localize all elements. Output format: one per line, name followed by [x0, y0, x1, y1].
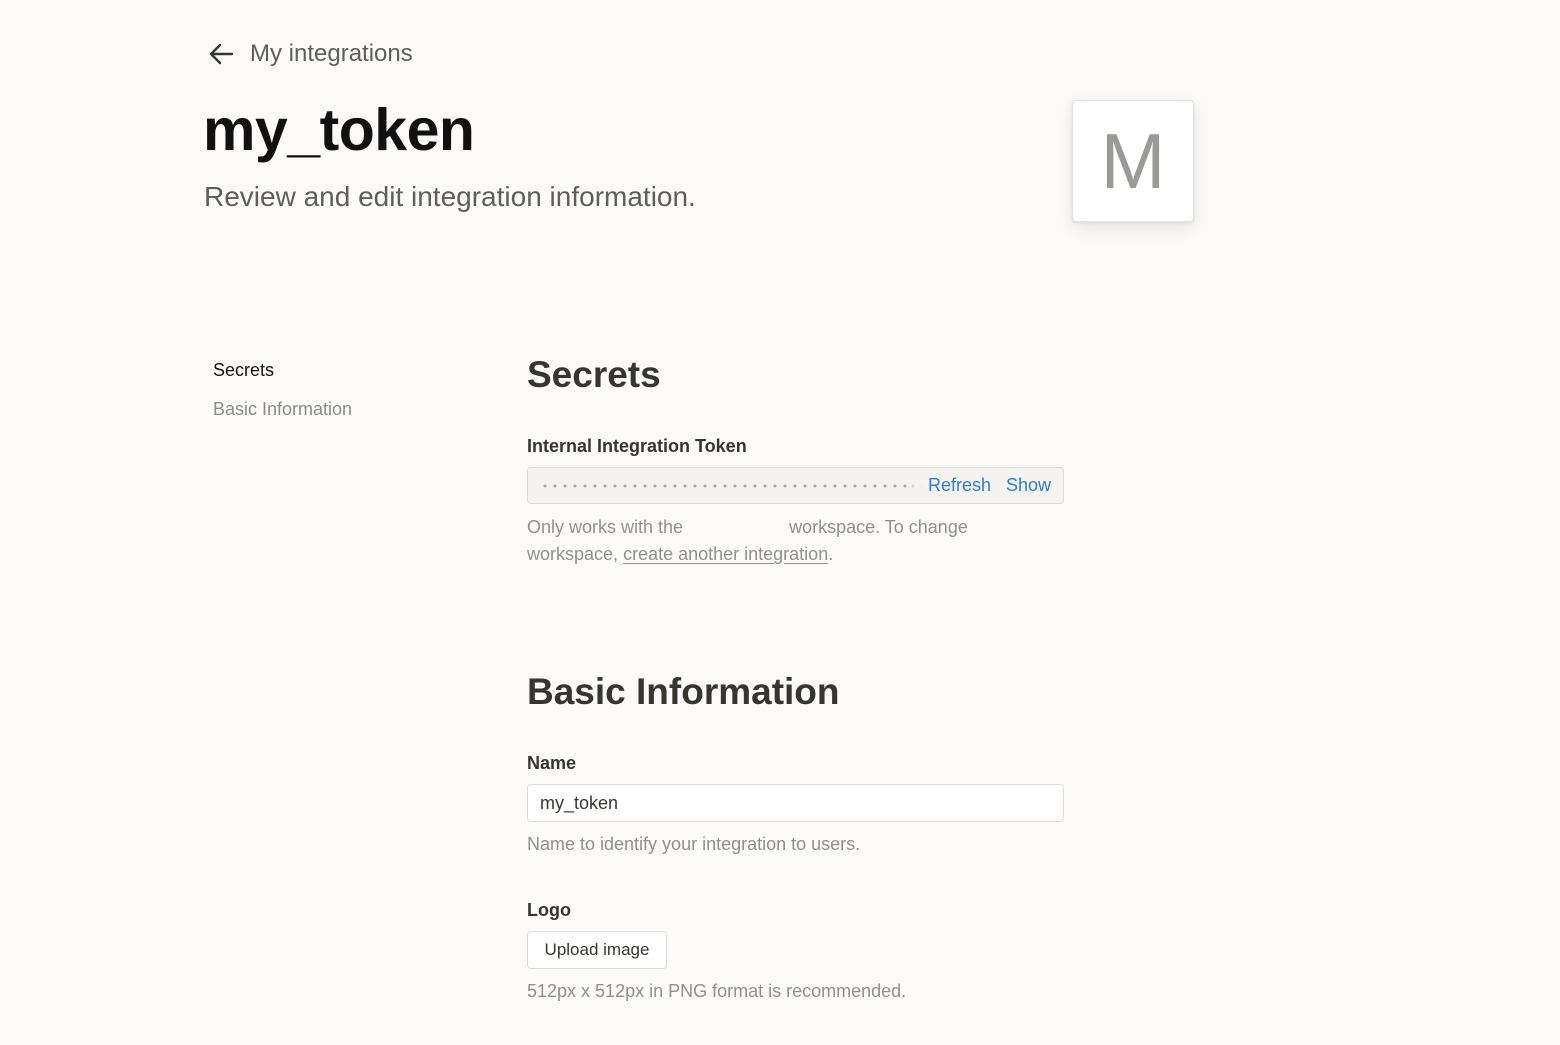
token-helper-line2-prefix: workspace,	[527, 544, 619, 564]
name-helper: Name to identify your integration to use…	[527, 834, 861, 854]
section-nav: Secrets Basic Information	[213, 358, 352, 436]
token-field: Refresh Show	[527, 467, 1064, 504]
masked-token-fade	[908, 483, 922, 488]
masked-token-dots	[540, 483, 908, 488]
nav-item-basic-information[interactable]: Basic Information	[213, 397, 352, 436]
create-another-integration-link[interactable]: create another integration	[623, 544, 828, 564]
show-token-button[interactable]: Show	[1006, 475, 1051, 496]
token-helper-line-1: Only works with the workspace. To change	[527, 514, 968, 541]
token-label: Internal Integration Token	[527, 436, 747, 456]
integration-avatar: M	[1072, 100, 1194, 222]
refresh-token-button[interactable]: Refresh	[928, 475, 991, 496]
page-subtitle: Review and edit integration information.	[204, 181, 696, 212]
upload-image-button[interactable]: Upload image	[527, 931, 667, 969]
back-to-my-integrations-link[interactable]: My integrations	[207, 40, 413, 68]
page-title: my_token	[203, 97, 475, 163]
back-link-label: My integrations	[250, 40, 413, 67]
secrets-heading: Secrets	[527, 354, 661, 395]
logo-helper: 512px x 512px in PNG format is recommend…	[527, 981, 907, 1001]
token-helper-suffix: .	[828, 544, 834, 564]
arrow-left-icon	[207, 40, 235, 68]
name-label: Name	[527, 753, 577, 773]
name-input[interactable]	[527, 784, 1064, 822]
token-helper-line-2: workspace, create another integration.	[527, 541, 833, 568]
basic-information-heading: Basic Information	[527, 671, 840, 712]
logo-label: Logo	[527, 900, 571, 920]
nav-item-secrets[interactable]: Secrets	[213, 358, 352, 397]
token-helper-middle: workspace. To change	[789, 517, 968, 537]
token-helper-prefix: Only works with the	[527, 517, 684, 537]
